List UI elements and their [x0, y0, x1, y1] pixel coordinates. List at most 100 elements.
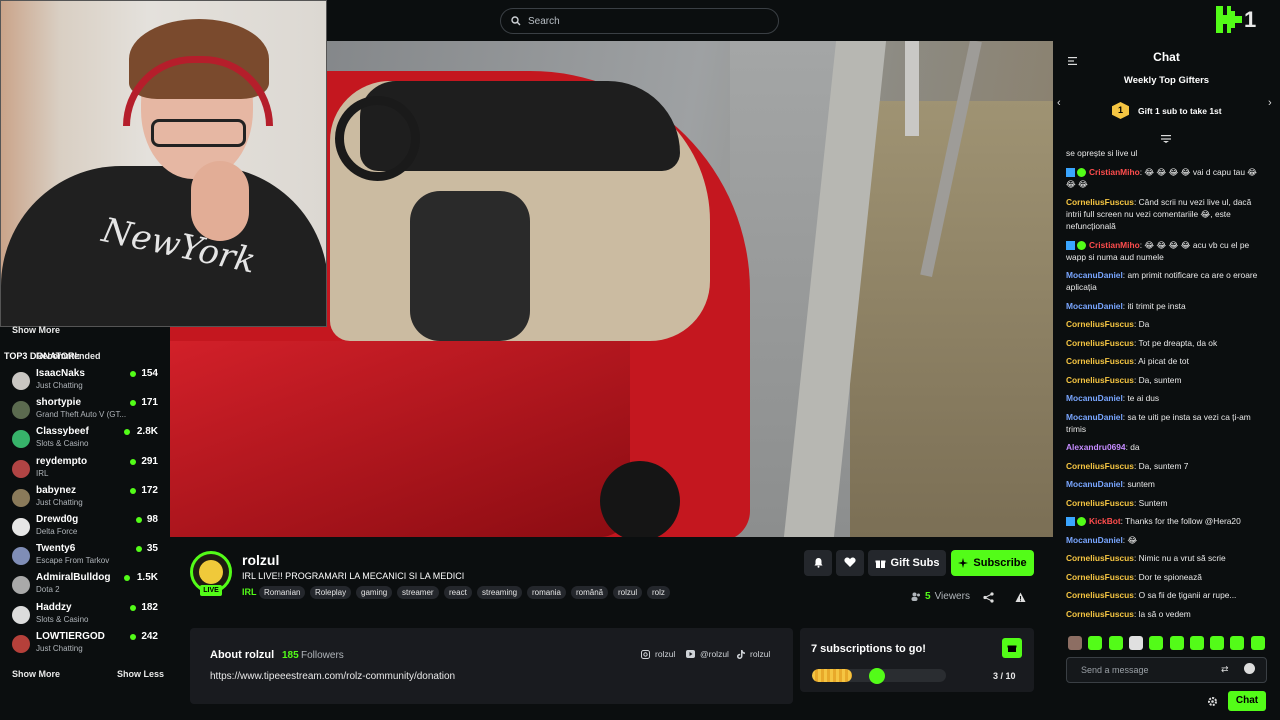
chat-username[interactable]: CorneliusFuscus: [1066, 197, 1134, 207]
share-icon[interactable]: [983, 590, 994, 608]
chat-text: Ai picat de tot: [1138, 356, 1189, 366]
emote-icon[interactable]: [1250, 636, 1265, 650]
expand-gifters-icon[interactable]: [1161, 130, 1171, 148]
channel-name[interactable]: rolzul: [242, 552, 279, 568]
show-more-bottom-button[interactable]: Show More: [12, 669, 60, 679]
send-chat-button[interactable]: Chat: [1228, 691, 1266, 711]
sidebar-channel-item[interactable]: IsaacNaks Just Chatting 154: [0, 366, 170, 395]
sidebar-channel-name: babynez: [36, 484, 77, 496]
chat-username[interactable]: CorneliusFuscus: [1066, 461, 1134, 471]
emote-icon[interactable]: [1189, 636, 1204, 650]
chat-text: Da, suntem 7: [1138, 460, 1189, 471]
chat-text: iti trimit pe insta: [1127, 300, 1186, 311]
chat-username[interactable]: KickBot: [1089, 516, 1121, 526]
emote-icon[interactable]: [1230, 636, 1245, 650]
emote-icon[interactable]: [1149, 636, 1164, 650]
subscribe-label: Subscribe: [973, 557, 1027, 569]
viewer-count: 5 Viewers: [911, 591, 970, 602]
car-body: [170, 341, 630, 537]
stream-tag[interactable]: romania: [527, 586, 566, 599]
notification-bell-button[interactable]: [804, 550, 832, 576]
subscribe-button[interactable]: Subscribe: [951, 550, 1034, 576]
chevron-left-icon[interactable]: ‹: [1057, 97, 1061, 109]
sidebar-channel-item[interactable]: AdmiralBulldog Dota 2 1.5K: [0, 570, 170, 599]
search-bar[interactable]: Search: [500, 8, 779, 34]
chat-username[interactable]: MocanuDaniel: [1066, 301, 1123, 311]
chat-username[interactable]: CristianMiho: [1089, 240, 1140, 250]
social-youtube[interactable]: @rolzul: [686, 649, 729, 659]
emote-icon[interactable]: [1210, 636, 1225, 650]
chat-message-input[interactable]: Send a message: [1066, 657, 1267, 683]
stream-tag[interactable]: rolzul: [613, 586, 643, 599]
sidebar-channel-item[interactable]: Twenty6 Escape From Tarkov 35: [0, 541, 170, 570]
stream-tag[interactable]: română: [571, 586, 609, 599]
stream-tag[interactable]: Roleplay: [310, 586, 352, 599]
sidebar-channel-item[interactable]: reydempto IRL 291: [0, 454, 170, 483]
emote-icon[interactable]: [1068, 636, 1082, 650]
chat-username[interactable]: CorneliusFuscus: [1066, 609, 1134, 619]
chat-message: MocanuDaniel: suntem: [1066, 478, 1266, 490]
stream-tag[interactable]: streaming: [477, 586, 523, 599]
chat-username[interactable]: CorneliusFuscus: [1066, 498, 1134, 508]
chat-username[interactable]: MocanuDaniel: [1066, 393, 1123, 403]
live-dot-icon: [130, 458, 136, 465]
chat-badge-icon: [1066, 240, 1075, 250]
chat-username[interactable]: MocanuDaniel: [1066, 535, 1123, 545]
stream-tag[interactable]: rolz: [647, 586, 670, 599]
stream-tag[interactable]: react: [444, 586, 472, 599]
chat-username[interactable]: CorneliusFuscus: [1066, 572, 1134, 582]
chevron-right-icon[interactable]: ›: [1268, 97, 1272, 109]
stream-tag[interactable]: Romanian: [259, 586, 306, 599]
stream-category[interactable]: IRL: [242, 587, 257, 597]
chat-text: Dor te spionează: [1138, 571, 1202, 582]
sidebar-channel-item[interactable]: Haddzy Slots & Casino 182: [0, 600, 170, 629]
sidebar-channel-item[interactable]: babynez Just Chatting 172: [0, 483, 170, 512]
chat-username[interactable]: CorneliusFuscus: [1066, 338, 1134, 348]
donation-link[interactable]: https://www.tipeeestream.com/rolz-commun…: [210, 671, 455, 682]
translate-icon[interactable]: ⇄: [1221, 664, 1229, 675]
social-tiktok[interactable]: rolzul: [737, 649, 770, 659]
gift-icon: [1007, 645, 1017, 652]
sidebar-channel-item[interactable]: Drewd0g Delta Force 98: [0, 512, 170, 541]
channel-avatar: [12, 459, 30, 478]
stream-tag[interactable]: gaming: [356, 586, 393, 599]
chat-username[interactable]: Alexandru0694: [1066, 442, 1126, 452]
social-instagram[interactable]: rolzul: [641, 649, 675, 659]
chat-text: te ai dus: [1127, 393, 1160, 403]
chat-badge-icon: [1077, 517, 1086, 527]
star-icon: [958, 558, 969, 568]
sidebar-channel-item[interactable]: LOWTIERGOD Just Chatting 242: [0, 629, 170, 658]
chat-username[interactable]: CristianMiho: [1089, 167, 1140, 177]
tiktok-icon: [737, 649, 745, 659]
viewers-icon: [911, 592, 920, 601]
webcam-overlay: NewYork: [0, 0, 327, 327]
chat-username[interactable]: MocanuDaniel: [1066, 270, 1123, 280]
emoji-picker-icon[interactable]: [1244, 663, 1255, 674]
emote-icon[interactable]: [1128, 636, 1143, 650]
chat-text: da: [1130, 442, 1140, 452]
gifters-cta[interactable]: Gift 1 sub to take 1st: [1138, 106, 1222, 116]
chat-username[interactable]: CorneliusFuscus: [1066, 319, 1134, 329]
sidebar-channel-item[interactable]: Classybeef Slots & Casino 2.8K: [0, 424, 170, 453]
show-less-button[interactable]: Show Less: [117, 669, 164, 679]
chat-settings-gear-icon[interactable]: [1207, 694, 1218, 712]
gift-subs-button[interactable]: Gift Subs: [868, 550, 946, 576]
chat-username[interactable]: MocanuDaniel: [1066, 412, 1123, 422]
stream-tag[interactable]: streamer: [397, 586, 439, 599]
gift-sub-goal-button[interactable]: [1002, 638, 1022, 658]
show-more-top-button[interactable]: Show More: [12, 325, 60, 335]
kick-logo[interactable]: 1: [1216, 6, 1256, 33]
report-warning-icon[interactable]: [1015, 590, 1026, 608]
emote-icon[interactable]: [1088, 636, 1103, 650]
follow-heart-button[interactable]: [836, 550, 864, 576]
emote-icon[interactable]: [1108, 636, 1123, 650]
live-dot-icon: [136, 517, 142, 523]
chat-username[interactable]: CorneliusFuscus: [1066, 356, 1134, 366]
chat-username[interactable]: CorneliusFuscus: [1066, 553, 1134, 563]
chat-username[interactable]: CorneliusFuscus: [1066, 590, 1134, 600]
gifter-rank-badge: 1: [1112, 102, 1129, 119]
chat-username[interactable]: CorneliusFuscus: [1066, 375, 1134, 385]
emote-icon[interactable]: [1169, 636, 1184, 650]
sidebar-channel-item[interactable]: shortypie Grand Theft Auto V (GT... 171: [0, 395, 170, 424]
chat-username[interactable]: MocanuDaniel: [1066, 479, 1123, 489]
